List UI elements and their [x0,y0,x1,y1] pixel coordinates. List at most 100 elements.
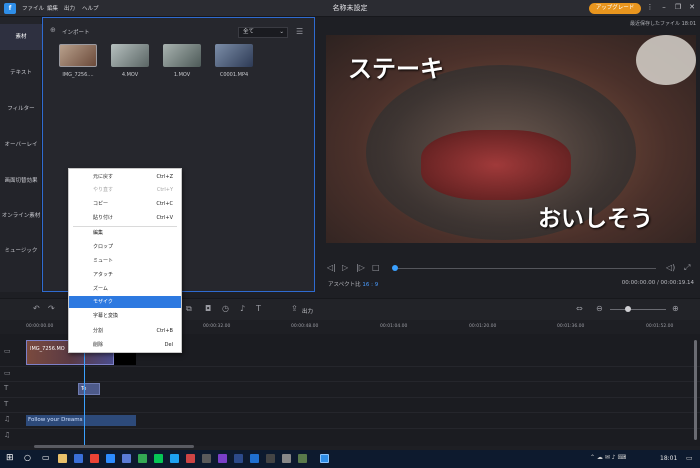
media-filter-select[interactable]: 全て ⌄ [238,27,288,38]
menu-item-subtitle[interactable]: 字幕と変換 [69,310,181,322]
redo-icon[interactable]: ↷ [48,304,55,313]
taskbar-app-icon[interactable] [266,454,275,463]
media-name: IMG_7256.... [62,72,94,78]
music-track-icon: ♫ [4,415,11,423]
taskbar-app-icon[interactable] [202,454,211,463]
taskbar-app-icon[interactable] [138,454,147,463]
crop-icon[interactable]: ⧉ [186,304,192,314]
import-button[interactable]: インポート [62,28,90,36]
menu-item-redo[interactable]: やり直す Ctrl+Y [69,184,181,196]
upgrade-button[interactable]: アップグレード [589,3,641,14]
menu-item-split[interactable]: 分割 Ctrl+B [69,325,181,337]
next-frame-icon[interactable]: |▷ [356,263,365,272]
menu-item-mute[interactable]: ミュート [69,255,181,267]
menu-item-label: コピー [93,201,109,207]
zoom-out-icon[interactable]: ⊖ [596,304,603,313]
media-thumb[interactable] [59,44,97,67]
notification-icon[interactable]: ▭ [686,454,693,462]
zoom-in-icon[interactable]: ⊕ [672,304,679,313]
aspect-ratio[interactable]: アスペクト比 16 : 9 [328,280,378,288]
menu-item-delete[interactable]: 削除 Del [69,339,181,351]
menu-item-zoom[interactable]: ズーム [69,283,181,295]
menu-help[interactable]: ヘルプ [82,4,99,12]
stop-icon[interactable]: □ [372,263,380,272]
mic-icon[interactable]: ♪ [240,304,245,313]
taskbar-clock[interactable]: 18:01 [660,455,677,462]
clock-icon[interactable]: ◷ [222,304,229,313]
file-explorer-icon[interactable] [58,454,67,463]
chrome-icon[interactable] [90,454,99,463]
menu-item-shortcut: Ctrl+V [156,215,173,221]
menu-item-attach[interactable]: アタッチ [69,269,181,281]
menu-item-paste[interactable]: 貼り付け Ctrl+V [69,212,181,224]
nav-item-media[interactable]: 素材 [0,24,42,50]
video-track-icon: ▭ [4,347,11,355]
prev-frame-icon[interactable]: ◁| [327,263,336,272]
aspect-value[interactable]: 16 : 9 [362,282,378,288]
line-icon[interactable] [154,454,163,463]
horizontal-scrollbar[interactable] [34,445,194,448]
music-clip[interactable]: Follow your Dreams [26,415,136,426]
maximize-icon[interactable]: ❐ [673,3,683,11]
volume-icon[interactable]: ◁) [666,263,675,272]
photoshop-icon[interactable] [250,454,259,463]
export-icon[interactable]: ⇪ [291,304,298,313]
menu-item-copy[interactable]: コピー Ctrl+C [69,198,181,210]
tray-icons[interactable]: ⌃ ☁ ✉ ♪ ⌨ [590,454,626,461]
menu-item-undo[interactable]: 元に戻す Ctrl+Z [69,171,181,183]
close-icon[interactable]: ✕ [687,3,697,11]
nav-item-transition[interactable]: 画面切替効果 [0,176,42,184]
track-divider [0,397,700,398]
menu-item-label: 編集 [93,230,104,236]
search-icon[interactable]: ○ [24,453,31,462]
fit-icon[interactable]: ⇔ [576,304,583,313]
media-thumb[interactable] [163,44,201,67]
taskbar-app-icon[interactable] [298,454,307,463]
menu-item-edit[interactable]: 編集 [69,227,181,239]
app-logo-icon: f [4,3,16,14]
video-preview[interactable]: ステーキ おいしそう [326,35,696,243]
menu-edit[interactable]: 編集 [47,4,58,12]
menu-item-crop[interactable]: クロップ [69,241,181,253]
undo-icon[interactable]: ↶ [33,304,40,313]
nav-item-music[interactable]: ミュージック [0,246,42,254]
more-icon[interactable]: ⋮ [645,3,655,11]
nav-item-overlay[interactable]: オーバーレイ [0,140,42,148]
zoom-slider[interactable] [610,309,666,310]
text-clip[interactable]: Te [78,383,100,395]
minimize-icon[interactable]: – [659,3,669,11]
text-to-speech-icon[interactable]: T [256,304,261,313]
taskbar-app-icon[interactable] [234,454,243,463]
taskbar-app-icon[interactable] [170,454,179,463]
windows-start-icon[interactable]: ⊞ [6,453,14,463]
snapshot-icon[interactable]: ◘ [205,304,211,313]
ruler-tick: 00:00:48.00 [291,324,319,329]
steak-shape [421,130,571,200]
menu-file[interactable]: ファイル [22,4,44,12]
nav-item-filter[interactable]: フィルター [0,104,42,112]
filmora-icon[interactable] [320,454,329,463]
menu-export[interactable]: 出力 [64,4,75,12]
taskbar-app-icon[interactable] [218,454,227,463]
nav-item-online[interactable]: オンライン素材 [0,211,42,219]
import-icon[interactable]: ⊕ [50,26,56,34]
fullscreen-icon[interactable]: ⤢ [684,263,690,273]
taskbar-app-icon[interactable] [122,454,131,463]
taskbar-app-icon[interactable] [282,454,291,463]
menu-item-label: モザイク [93,299,113,305]
menu-item-label: クロップ [93,244,114,250]
media-thumb[interactable] [215,44,253,67]
play-icon[interactable]: ▷ [342,263,348,272]
export-button[interactable]: 出力 [302,307,313,315]
taskbar-app-icon[interactable] [186,454,195,463]
vertical-scrollbar[interactable] [694,340,697,440]
zoom-handle[interactable] [625,306,631,312]
task-view-icon[interactable]: ▭ [42,453,50,462]
media-thumb[interactable] [111,44,149,67]
nav-item-text[interactable]: テキスト [0,68,42,76]
taskbar-app-icon[interactable] [106,454,115,463]
progress-track[interactable] [398,268,656,269]
list-view-icon[interactable]: ☰ [296,27,303,36]
menu-item-mosaic[interactable]: モザイク [69,296,181,308]
taskbar-app-icon[interactable] [74,454,83,463]
